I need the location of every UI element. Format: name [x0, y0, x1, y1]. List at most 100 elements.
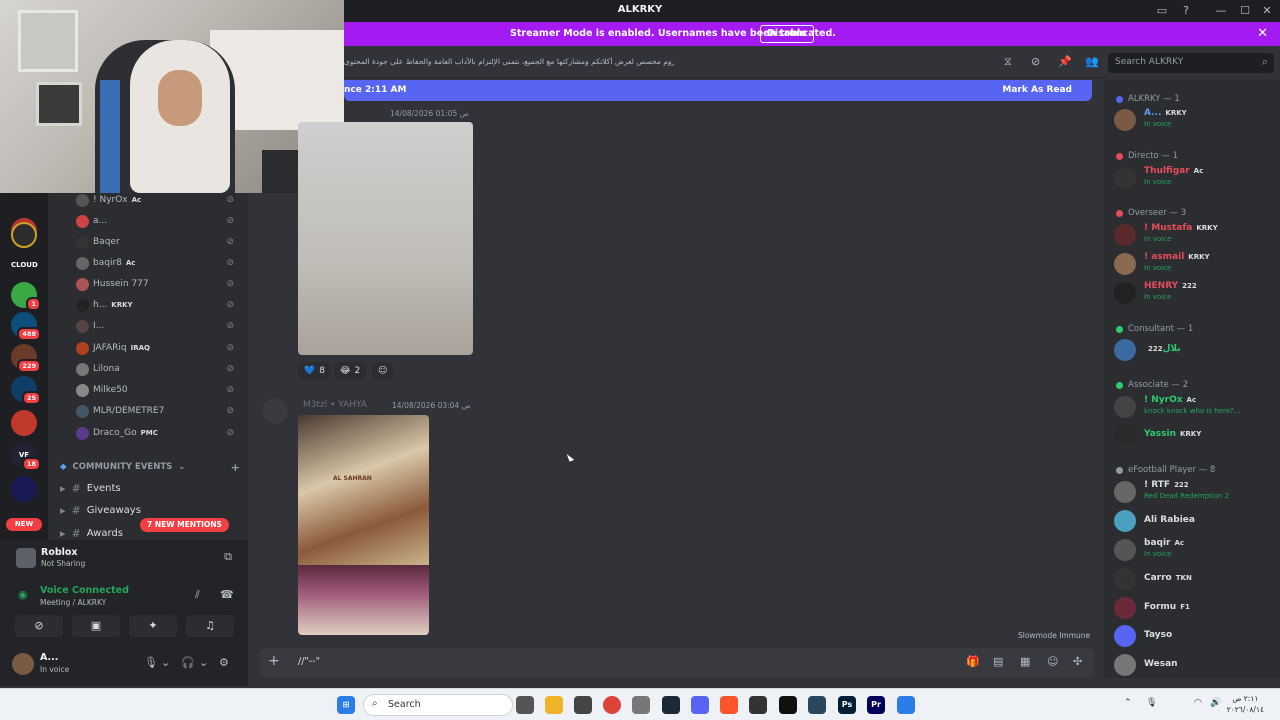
member-item[interactable]: Wesan [1112, 651, 1278, 677]
gift-icon[interactable]: 🎁 [966, 655, 980, 668]
channel-events[interactable]: ▸ # Events [60, 478, 121, 498]
maximize-icon[interactable]: ☐ [1238, 4, 1252, 18]
banner-close-icon[interactable]: ✕ [1257, 26, 1268, 41]
avatar[interactable] [12, 653, 34, 675]
attach-icon[interactable]: + [268, 653, 280, 669]
file-explorer-icon[interactable] [545, 696, 563, 714]
member-item[interactable]: baqir Ac In voice [1112, 536, 1278, 562]
server-icon[interactable] [11, 410, 37, 436]
member-item[interactable]: ! NyrOx Ac knock knock who is here?... [1112, 393, 1278, 419]
voice-user[interactable]: Lilona ⊘ [76, 360, 246, 378]
inbox-icon[interactable]: ▭ [1155, 4, 1169, 18]
message-composer[interactable]: + //"--" 🎁 ▤ ▦ ☺ ✣ [260, 648, 1094, 678]
member-list-icon[interactable]: 👥 [1085, 55, 1099, 68]
app-icon[interactable] [749, 696, 767, 714]
server-icon[interactable] [11, 476, 37, 502]
disable-button[interactable]: Disable [760, 25, 814, 43]
server-icon[interactable]: 229 [11, 344, 41, 373]
emoji-icon[interactable]: ☺ [1047, 655, 1058, 668]
member-item[interactable]: ! Mustafa KRKY In voice [1112, 221, 1278, 247]
reaction[interactable]: 😂 2 [334, 362, 367, 380]
channel-topic[interactable]: هذا الروم مخصص لعرض أكلاتكم ومشاركتها مع… [344, 57, 674, 66]
store-icon[interactable] [574, 696, 592, 714]
voice-user[interactable]: I... ⊘ [76, 317, 246, 335]
member-item[interactable]: Thulfigar Ac In voice [1112, 164, 1278, 190]
channel-giveaways[interactable]: ▸ # Giveaways [60, 500, 141, 520]
member-item[interactable]: HENRY 222 In voice [1112, 279, 1278, 305]
help-icon[interactable]: ? [1179, 4, 1193, 18]
member-item[interactable]: Ali Rabiea [1112, 507, 1278, 533]
activities-button[interactable]: ✦ [129, 615, 177, 637]
voice-user[interactable]: JAFARiq IRAQ ⊘ [76, 339, 246, 357]
member-item[interactable]: Carro TKN [1112, 565, 1278, 591]
member-item[interactable]: ! asmail KRKY In voice [1112, 250, 1278, 276]
volume-icon[interactable]: 🔊 [1210, 698, 1221, 708]
voice-user[interactable]: h... KRKY ⊘ [76, 296, 246, 314]
microphone-icon[interactable]: 🎙 [144, 656, 158, 669]
premiere-icon[interactable]: Pr [867, 696, 885, 714]
voice-user[interactable]: MLR/DEMETRE7 ⊘ [76, 402, 246, 420]
chevron-up-icon[interactable]: ⌃ [1124, 698, 1132, 708]
new-mentions-pill[interactable]: 7 NEW MENTIONS [140, 518, 229, 532]
new-badge[interactable]: NEW [6, 518, 42, 531]
start-icon[interactable]: ⊞ [337, 696, 355, 714]
message-image[interactable]: AL SAHRAN [298, 415, 429, 635]
photoshop-icon[interactable]: Ps [838, 696, 856, 714]
notifications-muted-icon[interactable]: ⊘ [1031, 55, 1040, 68]
message-input[interactable]: //"--" [298, 656, 320, 667]
chevron-down-icon[interactable]: ⌄ [161, 656, 170, 669]
chrome-icon[interactable] [603, 696, 621, 714]
server-icon[interactable]: VF 18 [11, 442, 41, 471]
add-channel-icon[interactable]: + [231, 461, 240, 474]
gear-icon[interactable]: ⚙ [219, 656, 229, 669]
server-icon[interactable] [11, 222, 37, 248]
voice-user[interactable]: Milke50 ⊘ [76, 381, 246, 399]
member-item[interactable]: A... KRKY In voice [1112, 106, 1278, 132]
voice-user[interactable]: Draco_Go PMC ⊘ [76, 424, 246, 442]
voice-user[interactable]: ! NyrOx Ac ⊘ [76, 191, 246, 209]
member-item[interactable]: Yassin KRKY [1112, 421, 1278, 447]
brave-icon[interactable] [720, 696, 738, 714]
sticker-icon[interactable]: ▦ [1020, 655, 1030, 668]
discord-icon[interactable] [691, 696, 709, 714]
voice-user[interactable]: baqir8 Ac ⊘ [76, 254, 246, 272]
camera-button[interactable]: ⊘ [15, 615, 63, 637]
minimize-icon[interactable]: — [1214, 4, 1228, 18]
voice-user[interactable]: Baqer ⊘ [76, 233, 246, 251]
member-item[interactable]: Tayso [1112, 622, 1278, 648]
member-item[interactable]: Formu F1 [1112, 594, 1278, 620]
microphone-icon[interactable]: 🎙 [1146, 698, 1157, 708]
category-community-events[interactable]: ◆ COMMUNITY EVENTS ⌄ + [60, 461, 240, 474]
taskbar-search[interactable]: ⌕ Search [363, 694, 513, 716]
headphones-icon[interactable]: 🎧 [181, 656, 195, 669]
app-icon[interactable] [897, 696, 915, 714]
wifi-icon[interactable]: ◠ [1194, 698, 1202, 708]
steam-icon[interactable] [662, 696, 680, 714]
add-reaction-button[interactable]: ☺ [372, 362, 394, 380]
close-icon[interactable]: ✕ [1260, 4, 1274, 18]
task-view-icon[interactable] [516, 696, 534, 714]
threads-icon[interactable]: ⧖ [1004, 55, 1012, 69]
capcut-icon[interactable] [779, 696, 797, 714]
gif-icon[interactable]: ▤ [993, 655, 1003, 668]
voice-user[interactable]: Hussein 777 ⊘ [76, 275, 246, 293]
voice-channel[interactable]: Meeting / ALKRKY [40, 598, 106, 607]
new-messages-bar[interactable]: nce 2:11 AM Mark As Read [344, 80, 1092, 101]
mark-as-read-button[interactable]: Mark As Read [1002, 85, 1072, 95]
member-item[interactable]: ! RTF 222 Red Dead Redemption 2 [1112, 478, 1278, 504]
member-item[interactable]: بلال222 [1112, 336, 1278, 362]
steam-icon[interactable] [808, 696, 826, 714]
noise-suppression-icon[interactable]: ⫽ [195, 588, 200, 602]
message-author[interactable]: M3tzl • YAHYA [303, 400, 367, 410]
search-input[interactable]: Search ALKRKY ⌕ [1108, 53, 1274, 73]
voice-user[interactable]: a... ⊘ [76, 212, 246, 230]
server-icon[interactable]: 1 [11, 282, 41, 311]
server-icon[interactable]: 488 [11, 312, 41, 341]
soundboard-button[interactable]: ♫ [186, 615, 234, 637]
message-image[interactable] [298, 122, 473, 355]
reaction[interactable]: 💙 8 [298, 362, 331, 380]
server-icon[interactable]: 25 [11, 376, 41, 405]
taskbar-clock[interactable]: ٢:١١ ص ٢٠٢٦/٠٨/١٤ [1227, 693, 1264, 715]
disconnect-icon[interactable]: ☎ [220, 588, 234, 601]
app-icon[interactable] [632, 696, 650, 714]
